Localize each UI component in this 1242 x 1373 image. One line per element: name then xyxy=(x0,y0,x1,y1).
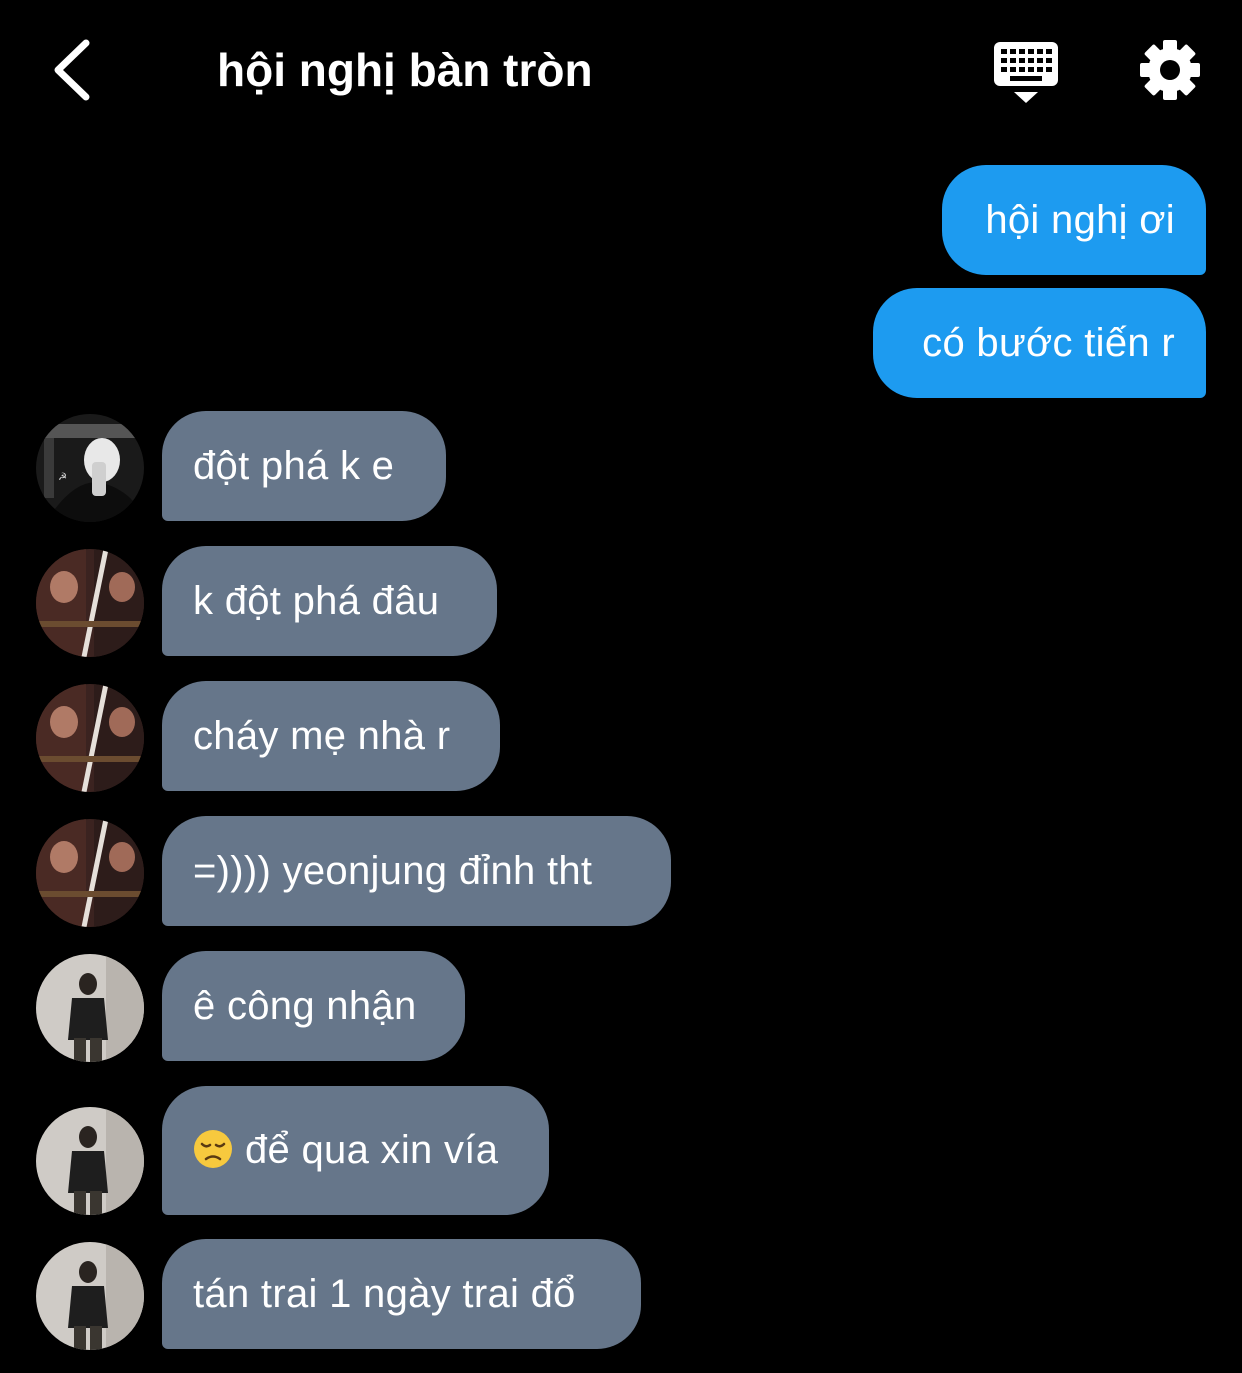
avatar-photo xyxy=(36,954,144,1062)
avatar[interactable] xyxy=(36,549,144,657)
svg-text:☭: ☭ xyxy=(58,472,67,483)
message-text: để qua xin vía xyxy=(245,1128,499,1172)
incoming-message[interactable]: =)))) yeonjung đỉnh tht xyxy=(162,816,671,926)
incoming-message[interactable]: tán trai 1 ngày trai đổ xyxy=(162,1239,641,1349)
back-button[interactable] xyxy=(36,30,106,110)
avatar-photo xyxy=(36,1107,144,1215)
incoming-message[interactable]: cháy mẹ nhà r xyxy=(162,681,500,791)
avatar-photo xyxy=(36,684,144,792)
incoming-message[interactable]: đột phá k e xyxy=(162,411,446,521)
avatar[interactable] xyxy=(36,1242,144,1350)
outgoing-message[interactable]: hội nghị ơi xyxy=(942,165,1206,275)
avatar[interactable] xyxy=(36,954,144,1062)
incoming-message[interactable]: để qua xin vía xyxy=(162,1086,549,1215)
keyboard-icon xyxy=(994,42,1058,103)
incoming-message[interactable]: k đột phá đâu xyxy=(162,546,497,656)
avatar-photo xyxy=(36,1242,144,1350)
avatar[interactable]: ☭ xyxy=(36,414,144,522)
avatar-photo xyxy=(36,819,144,927)
avatar[interactable] xyxy=(36,1107,144,1215)
incoming-message[interactable]: ê công nhận xyxy=(162,951,465,1061)
chat-header: hội nghị bàn tròn xyxy=(0,0,1242,140)
chat-title: hội nghị bàn tròn xyxy=(217,44,593,96)
gear-icon xyxy=(1140,40,1200,100)
avatar[interactable] xyxy=(36,684,144,792)
avatar-photo xyxy=(36,549,144,657)
chevron-left-icon xyxy=(54,39,90,101)
keyboard-button[interactable] xyxy=(988,36,1064,108)
avatar-photo: ☭ xyxy=(36,414,144,522)
outgoing-message[interactable]: có bước tiến r xyxy=(873,288,1206,398)
avatar[interactable] xyxy=(36,819,144,927)
disappointed-face-emoji xyxy=(194,1130,232,1168)
settings-button[interactable] xyxy=(1136,36,1204,104)
